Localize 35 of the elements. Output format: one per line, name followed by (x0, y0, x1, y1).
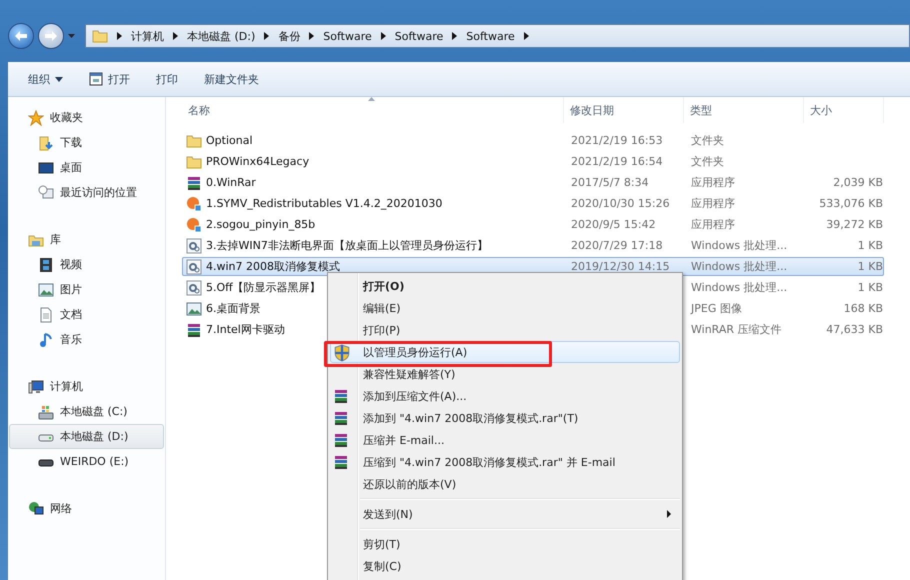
size-cell-text: 168 KB (842, 302, 884, 315)
file-name: 4.win7 2008取消修复模式 (206, 259, 340, 274)
type-cell-text: Windows 批处理... (690, 238, 788, 253)
file-name: 2.sogou_pinyin_85b (206, 218, 316, 231)
date-cell-text: 2020/7/29 17:18 (570, 239, 664, 252)
type-cell-text: 应用程序 (690, 175, 736, 190)
file-name: 3.去掉WIN7非法断电界面【放桌面上以管理员身份运行】 (206, 238, 488, 253)
type-cell-text: 文件夹 (690, 154, 725, 169)
date-cell-text: 2021/2/19 16:53 (570, 134, 664, 147)
size-cell-text: 2,039 KB (832, 176, 884, 189)
size-cell-text: 39,272 KB (825, 218, 884, 231)
type-cell-text: WinRAR 压缩文件 (690, 322, 783, 337)
size-cell-text: 1 KB (856, 260, 884, 273)
type-cell-text: 文件夹 (690, 133, 725, 148)
type-cell-text: 应用程序 (690, 217, 736, 232)
type-cell-text: JPEG 图像 (690, 301, 743, 316)
date-cell-text: 2017/5/7 8:34 (570, 176, 650, 189)
file-name: 1.SYMV_Redistributables V1.4.2_20201030 (206, 197, 442, 210)
type-cell-text: Windows 批处理... (690, 259, 788, 274)
size-cell-text: 533,076 KB (818, 197, 884, 210)
file-name: 0.WinRar (206, 176, 256, 189)
type-cell-text: 应用程序 (690, 196, 736, 211)
date-cell-text: 2019/12/30 14:15 (570, 260, 671, 273)
size-cell-text: 1 KB (856, 239, 884, 252)
file-name: PROWinx64Legacy (206, 155, 310, 168)
date-cell-text: 2021/2/19 16:54 (570, 155, 664, 168)
file-name: 6.桌面背景 (206, 301, 260, 316)
file-name: Optional (206, 134, 253, 147)
size-cell-text: 1 KB (856, 281, 884, 294)
file-name: 5.Off【防显示器黑屏】 (206, 280, 321, 295)
file-name: 7.Intel网卡驱动 (206, 322, 285, 337)
date-cell-text: 2020/9/5 15:42 (570, 218, 657, 231)
date-cell-text: 2020/10/30 15:26 (570, 197, 671, 210)
type-cell-text: Windows 批处理... (690, 280, 788, 295)
size-cell-text: 47,633 KB (825, 323, 884, 336)
